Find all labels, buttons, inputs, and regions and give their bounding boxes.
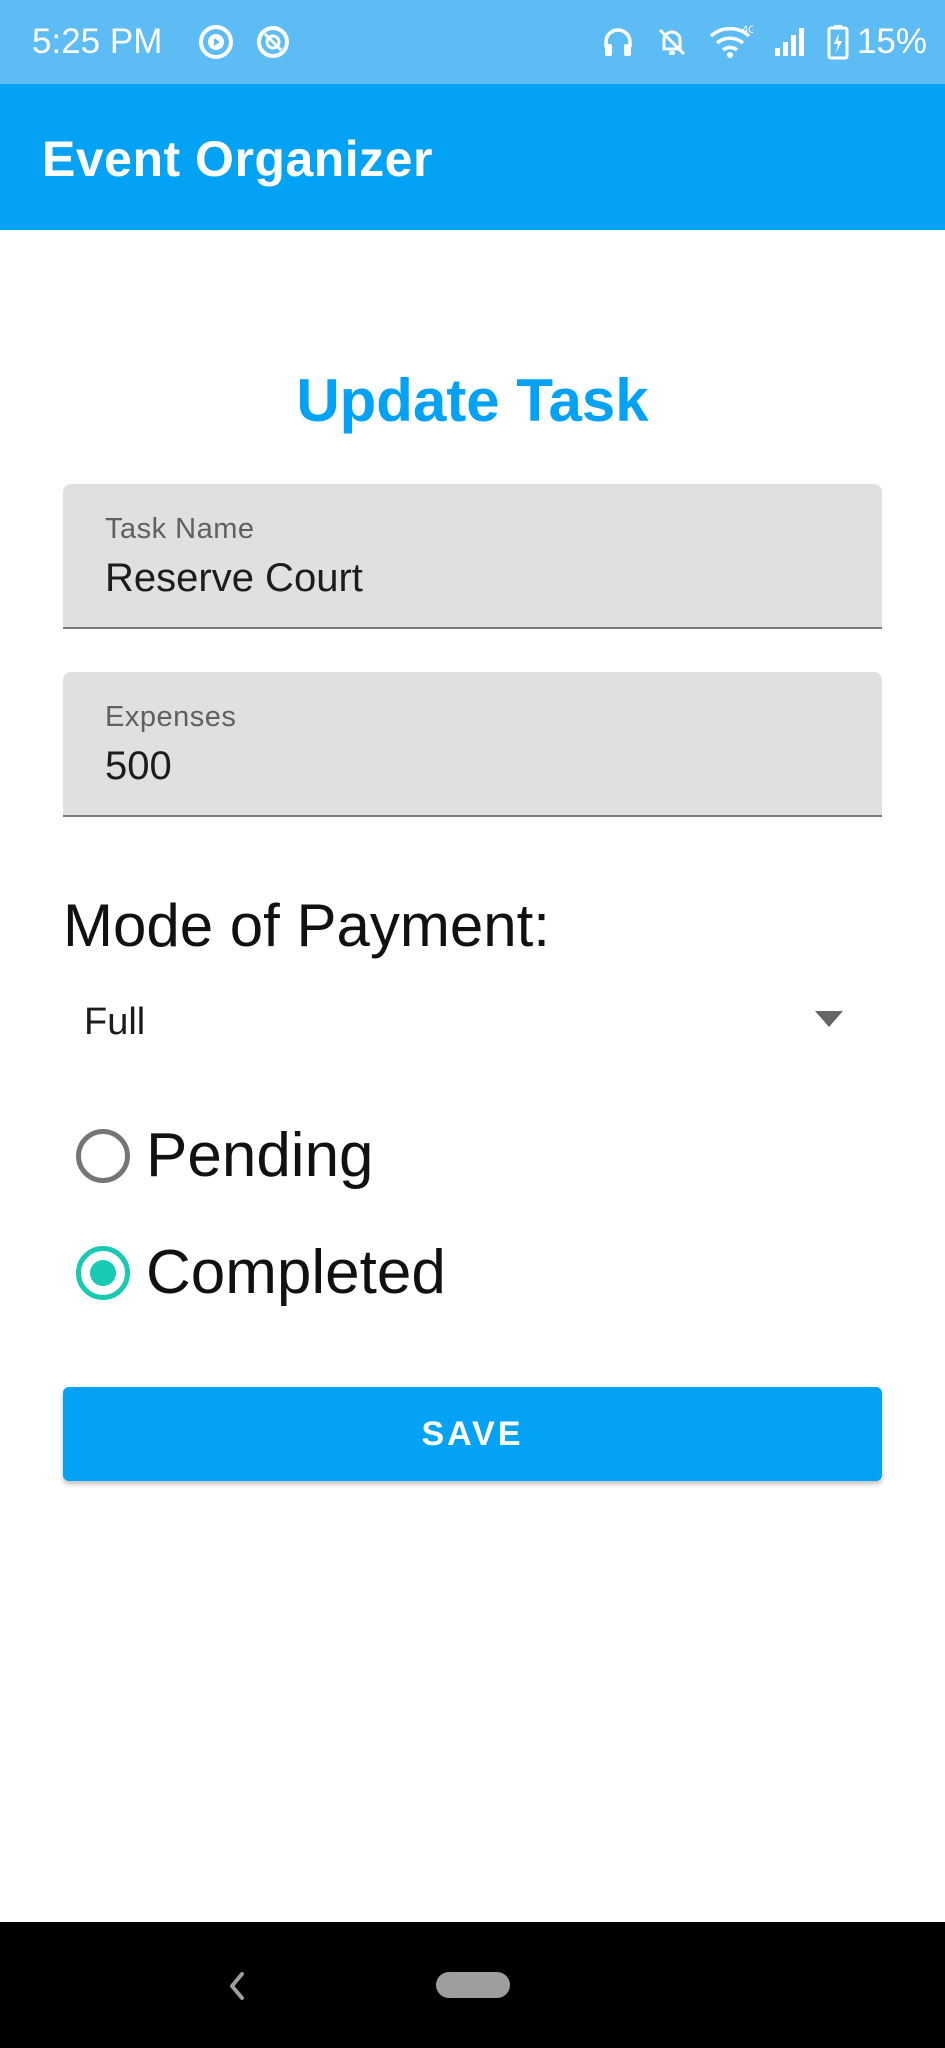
radio-pending-label[interactable]: Pending [146, 1120, 374, 1192]
expenses-field[interactable]: Expenses 500 [63, 672, 882, 817]
save-button[interactable]: SAVE [63, 1387, 882, 1481]
expenses-label: Expenses [105, 701, 237, 733]
cellular-signal-icon [773, 26, 807, 58]
network-type: 4G [742, 24, 753, 36]
back-chevron-icon[interactable] [222, 1966, 252, 2006]
radio-completed[interactable]: Completed [76, 1223, 776, 1323]
status-time: 5:25 PM [32, 22, 163, 61]
task-name-value[interactable]: Reserve Court [105, 554, 363, 602]
radio-completed-label[interactable]: Completed [146, 1237, 446, 1309]
battery-percent: 15% [856, 22, 927, 61]
radio-unchecked-icon[interactable] [76, 1129, 130, 1183]
radio-pending[interactable]: Pending [76, 1106, 776, 1206]
payment-mode-label: Mode of Payment: [63, 892, 550, 959]
dropdown-arrow-icon[interactable] [815, 1011, 843, 1029]
app-title: Event Organizer [42, 131, 433, 187]
wifi-icon: 4G [709, 24, 753, 60]
home-pill-icon[interactable] [436, 1972, 510, 1998]
system-nav-bar [0, 1922, 945, 2048]
payment-mode-selected[interactable]: Full [84, 999, 145, 1045]
radio-checked-icon[interactable] [76, 1246, 130, 1300]
page-title: Update Task [296, 367, 649, 434]
bell-off-icon [655, 25, 689, 59]
app-bar: Event Organizer [0, 84, 945, 230]
payment-mode-dropdown[interactable]: Full [63, 985, 843, 1057]
sync-icon [255, 24, 291, 60]
headphones-icon [601, 25, 635, 59]
status-icons: 4G 15% [581, 20, 927, 64]
task-name-label: Task Name [105, 513, 255, 545]
status-bar: 5:25 PM 4G 15% [0, 0, 945, 84]
expenses-value[interactable]: 500 [105, 742, 172, 790]
play-circle-icon [198, 24, 234, 60]
battery-charging-icon [827, 24, 849, 60]
task-name-field[interactable]: Task Name Reserve Court [63, 484, 882, 629]
